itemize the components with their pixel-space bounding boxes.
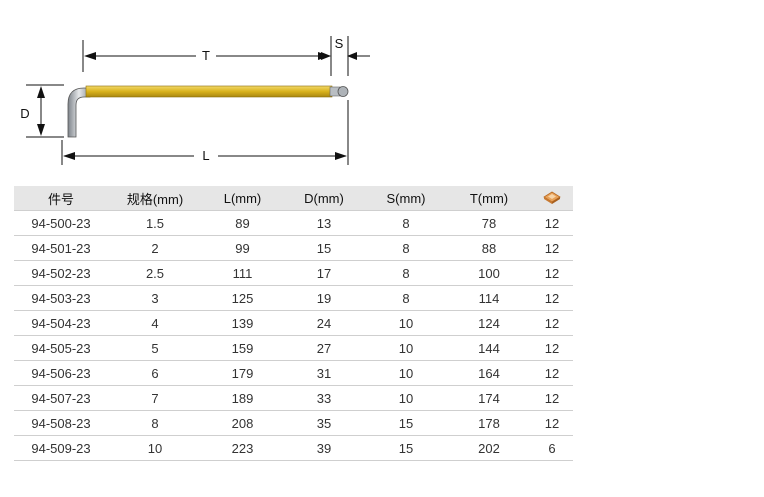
- l-label: L: [202, 148, 209, 163]
- cell-t: 78: [447, 210, 531, 236]
- cell-size: 10: [108, 435, 202, 461]
- cell-t: 202: [447, 435, 531, 461]
- cell-part-no: 94-502-23: [14, 260, 108, 286]
- header-s: S(mm): [365, 186, 447, 211]
- cell-pack: 6: [531, 435, 573, 461]
- cell-l: 208: [202, 410, 283, 436]
- cell-part-no: 94-507-23: [14, 385, 108, 411]
- cell-pack: 12: [531, 210, 573, 236]
- cell-part-no: 94-501-23: [14, 235, 108, 261]
- cell-size: 1.5: [108, 210, 202, 236]
- table-header-row: 件号 规格(mm) L(mm) D(mm) S(mm) T(mm): [14, 186, 573, 211]
- cell-size: 3: [108, 285, 202, 311]
- cell-d: 19: [283, 285, 365, 311]
- cell-size: 2.5: [108, 260, 202, 286]
- cell-t: 124: [447, 310, 531, 336]
- header-part-no: 件号: [14, 186, 108, 211]
- cell-part-no: 94-509-23: [14, 435, 108, 461]
- cell-t: 174: [447, 385, 531, 411]
- cell-s: 15: [365, 435, 447, 461]
- cell-pack: 12: [531, 385, 573, 411]
- cell-l: 89: [202, 210, 283, 236]
- header-pack: [531, 186, 573, 211]
- cell-size: 2: [108, 235, 202, 261]
- cell-pack: 12: [531, 260, 573, 286]
- cell-size: 5: [108, 335, 202, 361]
- cell-s: 10: [365, 360, 447, 386]
- header-l: L(mm): [202, 186, 283, 211]
- d-dimension: [26, 84, 64, 138]
- cell-size: 6: [108, 360, 202, 386]
- cell-t: 144: [447, 335, 531, 361]
- header-t: T(mm): [447, 186, 531, 211]
- cell-part-no: 94-504-23: [14, 310, 108, 336]
- spec-table: 件号 规格(mm) L(mm) D(mm) S(mm) T(mm) 94-500…: [14, 186, 573, 461]
- cell-s: 10: [365, 385, 447, 411]
- table-row: 94-506-23 6 179 31 10 164 12: [14, 360, 573, 386]
- cell-pack: 12: [531, 310, 573, 336]
- table-row: 94-509-23 10 223 39 15 202 6: [14, 435, 573, 461]
- cell-part-no: 94-506-23: [14, 360, 108, 386]
- table-row: 94-507-23 7 189 33 10 174 12: [14, 385, 573, 411]
- cell-part-no: 94-508-23: [14, 410, 108, 436]
- cell-d: 13: [283, 210, 365, 236]
- cell-d: 27: [283, 335, 365, 361]
- cell-l: 99: [202, 235, 283, 261]
- table-row: 94-505-23 5 159 27 10 144 12: [14, 335, 573, 361]
- table-row: 94-504-23 4 139 24 10 124 12: [14, 310, 573, 336]
- cell-d: 15: [283, 235, 365, 261]
- cell-s: 8: [365, 260, 447, 286]
- cell-d: 31: [283, 360, 365, 386]
- cell-s: 15: [365, 410, 447, 436]
- s-dimension: [318, 36, 370, 76]
- cell-s: 8: [365, 285, 447, 311]
- cell-l: 111: [202, 260, 283, 286]
- cell-size: 4: [108, 310, 202, 336]
- cell-s: 10: [365, 310, 447, 336]
- cell-d: 24: [283, 310, 365, 336]
- cell-l: 159: [202, 335, 283, 361]
- cell-part-no: 94-500-23: [14, 210, 108, 236]
- table-row: 94-501-23 2 99 15 8 88 12: [14, 235, 573, 261]
- s-label: S: [335, 36, 344, 51]
- cell-l: 179: [202, 360, 283, 386]
- table-row: 94-508-23 8 208 35 15 178 12: [14, 410, 573, 436]
- header-d: D(mm): [283, 186, 365, 211]
- cell-pack: 12: [531, 360, 573, 386]
- hex-key-dimension-diagram: T S D L: [20, 36, 370, 165]
- cell-pack: 12: [531, 235, 573, 261]
- cell-part-no: 94-503-23: [14, 285, 108, 311]
- cell-l: 139: [202, 310, 283, 336]
- table-row: 94-503-23 3 125 19 8 114 12: [14, 285, 573, 311]
- cell-pack: 12: [531, 285, 573, 311]
- cell-part-no: 94-505-23: [14, 335, 108, 361]
- cell-pack: 12: [531, 335, 573, 361]
- d-label: D: [20, 106, 29, 121]
- table-body: 94-500-23 1.5 89 13 8 78 12 94-501-23 2 99 15 8 88 12…: [14, 210, 573, 461]
- cell-t: 114: [447, 285, 531, 311]
- cell-t: 100: [447, 260, 531, 286]
- cell-t: 178: [447, 410, 531, 436]
- hex-key-illustration: [67, 85, 349, 138]
- cell-size: 7: [108, 385, 202, 411]
- cell-d: 39: [283, 435, 365, 461]
- cell-l: 125: [202, 285, 283, 311]
- table-row: 94-502-23 2.5 111 17 8 100 12: [14, 260, 573, 286]
- cell-d: 35: [283, 410, 365, 436]
- cell-t: 164: [447, 360, 531, 386]
- cell-s: 10: [365, 335, 447, 361]
- cell-l: 189: [202, 385, 283, 411]
- cell-s: 8: [365, 210, 447, 236]
- package-icon: [543, 191, 561, 205]
- t-label: T: [202, 48, 210, 63]
- cell-d: 17: [283, 260, 365, 286]
- cell-s: 8: [365, 235, 447, 261]
- header-size: 规格(mm): [108, 186, 202, 211]
- cell-l: 223: [202, 435, 283, 461]
- cell-size: 8: [108, 410, 202, 436]
- cell-d: 33: [283, 385, 365, 411]
- cell-t: 88: [447, 235, 531, 261]
- table-row: 94-500-23 1.5 89 13 8 78 12: [14, 210, 573, 236]
- cell-pack: 12: [531, 410, 573, 436]
